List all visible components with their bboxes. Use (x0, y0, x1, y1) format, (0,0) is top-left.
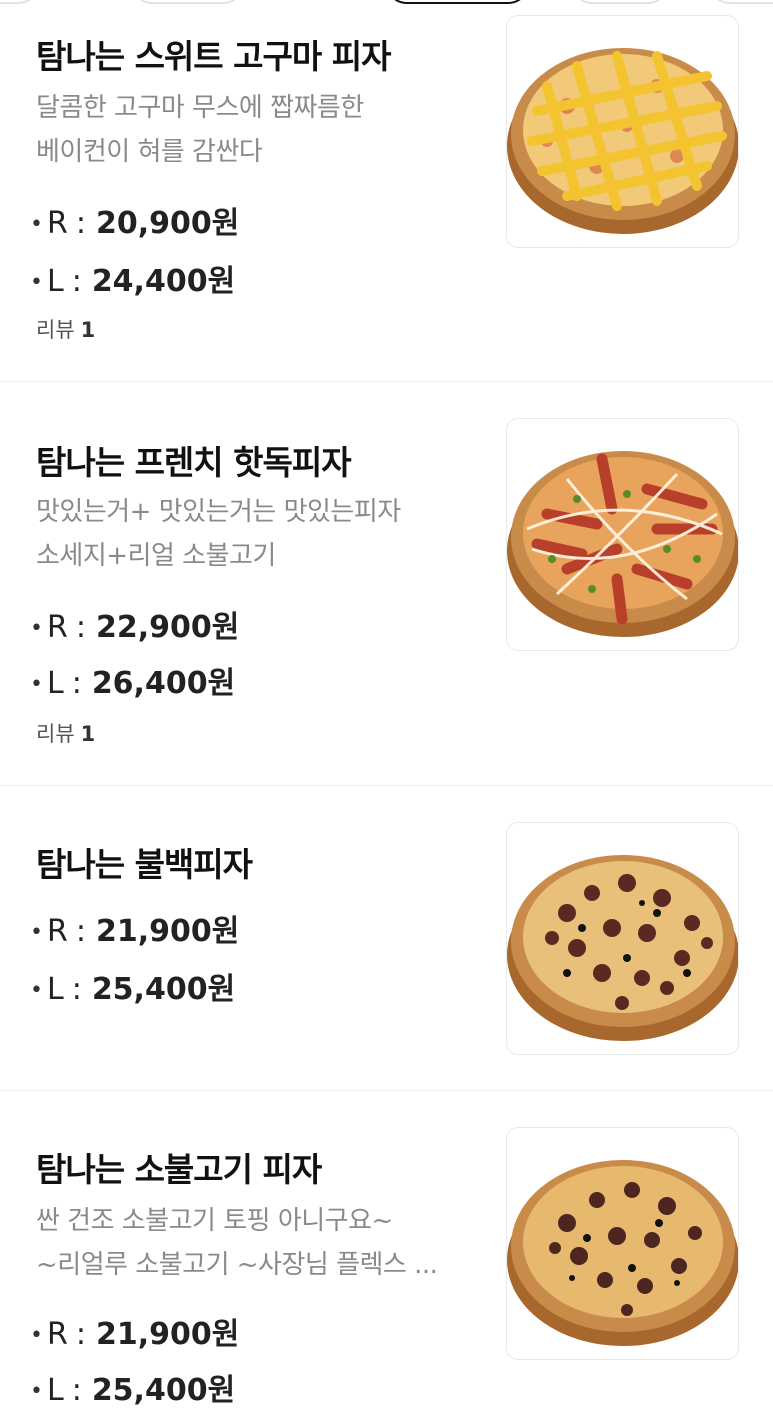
price-large: • L:25,400원 (30, 972, 236, 1007)
price-regular: • R:21,900원 (30, 1317, 240, 1352)
menu-item[interactable]: 탐나는 소불고기 피자 싼 건조 소불고기 토핑 아니구요~ ~리얼루 소불고기… (0, 1091, 773, 1419)
sweet-potato-pizza-image (506, 15, 739, 248)
price-large: • L:24,400원 (30, 264, 236, 299)
menu-item-name: 탐나는 불백피자 (36, 845, 253, 884)
description-line: ~리얼루 소불고기 ~사장님 플렉스 ... (36, 1250, 438, 1280)
bulbaek-pizza-image (506, 822, 739, 1055)
price-regular: • R:22,900원 (30, 610, 240, 645)
menu-item-name: 탐나는 스위트 고구마 피자 (36, 37, 391, 76)
menu-item-name: 탐나는 소불고기 피자 (36, 1150, 322, 1189)
price-large: • L:25,400원 (30, 1373, 236, 1408)
menu-item[interactable]: 탐나는 스위트 고구마 피자 달콤한 고구마 무스에 짭짜름한 베이컨이 혀를 … (0, 0, 773, 382)
description-line: 소세지+리얼 소불고기 (36, 541, 276, 571)
review-count: 리뷰 1 (36, 722, 96, 746)
description-line: 맛있는거+ 맛있는거는 맛있는피자 (36, 497, 401, 527)
review-count: 리뷰 1 (36, 318, 96, 342)
menu-item[interactable]: 탐나는 프렌치 핫독피자 맛있는거+ 맛있는거는 맛있는피자 소세지+리얼 소불… (0, 382, 773, 786)
menu-item-name: 탐나는 프렌치 핫독피자 (36, 443, 352, 482)
menu-item-description: 달콤한 고구마 무스에 짭짜름한 베이컨이 혀를 감싼다 (36, 86, 476, 174)
bulgogi-pizza-image (506, 1127, 739, 1360)
price-large: • L:26,400원 (30, 666, 236, 701)
description-line: 싼 건조 소불고기 토핑 아니구요~ (36, 1206, 393, 1236)
menu-item-description: 맛있는거+ 맛있는거는 맛있는피자 소세지+리얼 소불고기 (36, 490, 476, 578)
hotdog-pizza-image (506, 418, 739, 651)
price-regular: • R:21,900원 (30, 914, 240, 949)
description-line: 베이컨이 혀를 감싼다 (36, 137, 263, 167)
menu-item-description: 싼 건조 소불고기 토핑 아니구요~ ~리얼루 소불고기 ~사장님 플렉스 ..… (36, 1199, 476, 1287)
menu-item[interactable]: 탐나는 불백피자 • R:21,900원 • L:25,400원 (0, 786, 773, 1091)
price-regular: • R:20,900원 (30, 206, 240, 241)
description-line: 달콤한 고구마 무스에 짭짜름한 (36, 93, 364, 123)
